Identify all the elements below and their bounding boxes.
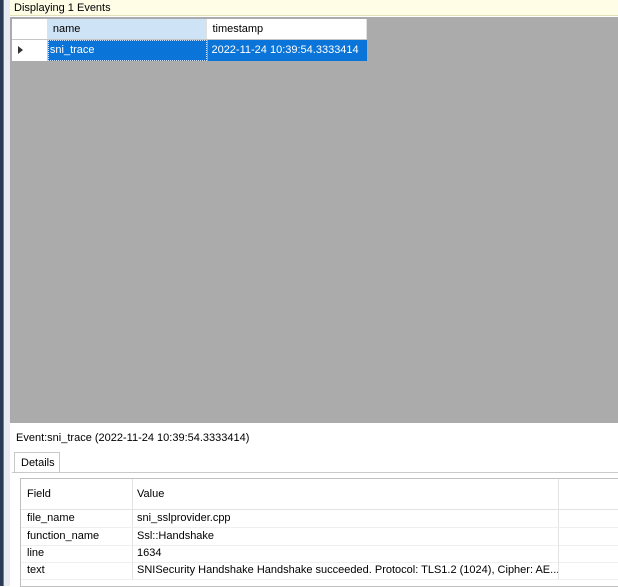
row-filler <box>559 528 618 545</box>
row-filler <box>559 510 618 527</box>
cell-timestamp[interactable]: 2022-11-24 10:39:54.3333414 <box>207 40 367 61</box>
grid-corner-cell[interactable] <box>12 19 48 39</box>
status-text: Displaying 1 Events <box>14 2 111 14</box>
row-filler <box>559 562 618 579</box>
column-header-value[interactable]: Value <box>133 479 559 509</box>
tab-details[interactable]: Details <box>14 452 60 472</box>
field-name: file_name <box>21 510 133 527</box>
cell-name[interactable]: sni_trace <box>47 40 208 61</box>
grid-header: name timestamp <box>12 19 367 40</box>
table-row[interactable]: line 1634 <box>21 545 618 563</box>
details-header-row: Field Value <box>21 479 618 510</box>
field-value: 1634 <box>133 545 559 562</box>
field-name: function_name <box>21 528 133 545</box>
row-selector[interactable] <box>12 40 48 61</box>
field-name: text <box>21 562 133 579</box>
field-name: line <box>21 545 133 562</box>
header-filler <box>559 479 618 509</box>
table-row[interactable]: text SNISecurity Handshake Handshake suc… <box>21 562 618 580</box>
field-value: sni_sslprovider.cpp <box>133 510 559 527</box>
table-row[interactable]: function_name Ssl::Handshake <box>21 528 618 546</box>
table-row[interactable]: sni_trace 2022-11-24 10:39:54.3333414 <box>12 40 367 61</box>
column-header-field[interactable]: Field <box>21 479 133 509</box>
column-header-timestamp[interactable]: timestamp <box>207 19 367 39</box>
events-grid[interactable]: name timestamp sni_trace 2022-11-24 10:3… <box>10 17 618 423</box>
column-header-name[interactable]: name <box>47 19 208 39</box>
field-value: Ssl::Handshake <box>133 528 559 545</box>
current-row-arrow-icon <box>18 46 23 54</box>
status-bar: Displaying 1 Events <box>10 0 618 16</box>
event-title: Event:sni_trace (2022-11-24 10:39:54.333… <box>16 432 250 444</box>
field-value: SNISecurity Handshake Handshake succeede… <box>133 562 559 579</box>
details-panel: Field Value file_name sni_sslprovider.cp… <box>12 472 618 587</box>
details-table: Field Value file_name sni_sslprovider.cp… <box>20 478 618 587</box>
table-row[interactable]: file_name sni_sslprovider.cpp <box>21 510 618 528</box>
row-filler <box>559 545 618 562</box>
